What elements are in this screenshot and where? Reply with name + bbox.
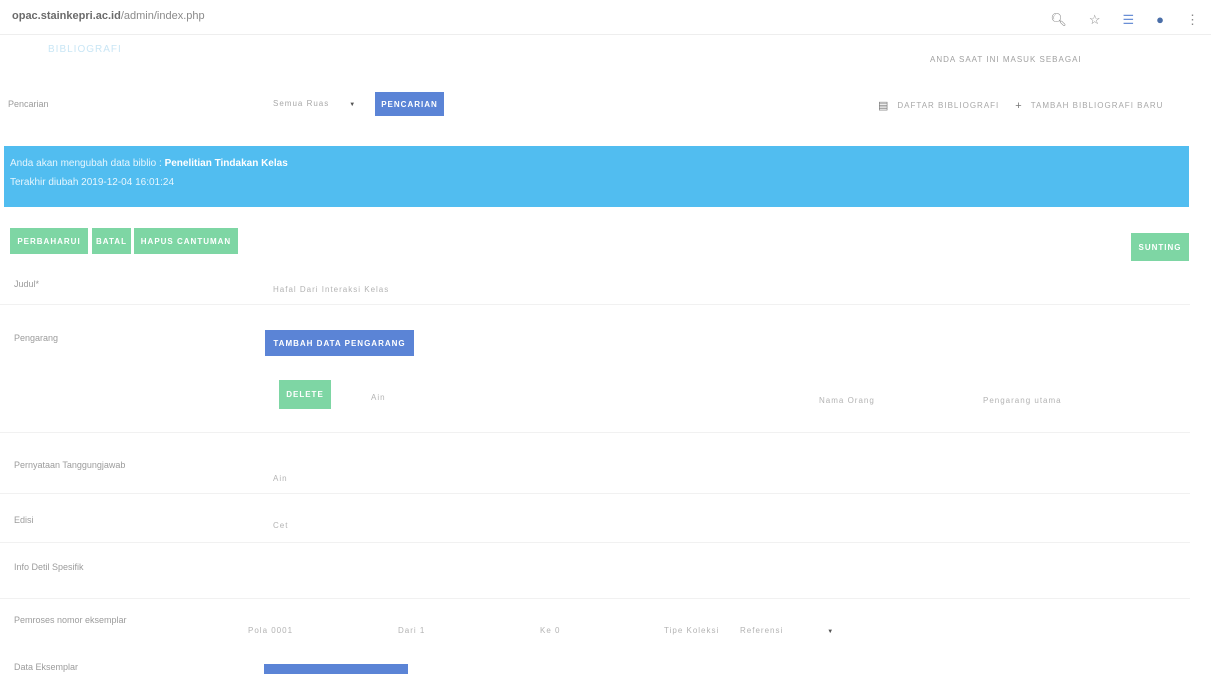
- menu-dots-icon[interactable]: ⋮: [1186, 12, 1199, 28]
- divider: [0, 432, 1190, 433]
- edition-label: Edisi: [14, 515, 34, 525]
- edit-button[interactable]: SUNTING: [1131, 233, 1189, 261]
- ruas-select[interactable]: Semua Ruas ▼: [273, 99, 356, 108]
- author-level: Pengarang utama: [983, 396, 1062, 405]
- banner-message: Anda akan mengubah data biblio : Penelit…: [10, 158, 288, 169]
- chevron-down-icon: ▼: [827, 629, 835, 635]
- divider: [0, 34, 1211, 35]
- info-banner: [4, 146, 1189, 207]
- update-button[interactable]: PERBAHARUI: [10, 228, 88, 254]
- items-label: Pemroses nomor eksemplar: [14, 615, 127, 625]
- url-path: /admin/index.php: [120, 10, 205, 22]
- extension-icon[interactable]: ☰: [1122, 12, 1134, 28]
- delete-item-button[interactable]: HAPUS CANTUMAN: [134, 228, 238, 254]
- login-info: ANDA SAAT INI MASUK SEBAGAI: [930, 55, 1082, 64]
- divider: [0, 304, 1190, 305]
- items-to-input[interactable]: Ke 0: [540, 626, 560, 635]
- eksemplar-label: Data Eksemplar: [14, 662, 79, 672]
- banner-last-modified: Terakhir diubah 2019-12-04 16:01:24: [10, 177, 175, 188]
- star-icon[interactable]: ☆: [1089, 12, 1101, 28]
- profile-icon[interactable]: ●: [1156, 12, 1164, 28]
- search-button[interactable]: PENCARIAN: [375, 92, 444, 116]
- list-bibliography-link[interactable]: DAFTAR BIBLIOGRAFI: [897, 101, 999, 110]
- address-bar[interactable]: opac.stainkepri.ac.id/admin/index.php: [12, 10, 205, 22]
- items-from-input[interactable]: Dari 1: [398, 626, 425, 635]
- module-title: BIBLIOGRAFI: [48, 44, 122, 55]
- banner-prefix: Anda akan mengubah data biblio :: [10, 158, 162, 169]
- divider: [0, 493, 1190, 494]
- add-author-button[interactable]: TAMBAH DATA PENGARANG: [265, 330, 414, 356]
- title-input[interactable]: Hafal Dari Interaksi Kelas: [273, 285, 389, 294]
- divider: [0, 542, 1190, 543]
- ruas-select-value: Semua Ruas: [273, 99, 330, 108]
- add-bibliography-link[interactable]: TAMBAH BIBLIOGRAFI BARU: [1031, 101, 1164, 110]
- list-icon: ▤: [878, 100, 890, 112]
- browser-toolbar: 🔍︎ ☆ ☰ ● ⋮: [1050, 12, 1199, 28]
- url-host: opac.stainkepri.ac.id: [12, 10, 121, 22]
- items-pattern-input[interactable]: Pola 0001: [248, 626, 293, 635]
- cancel-button[interactable]: BATAL: [92, 228, 131, 254]
- collection-type-value: Referensi: [740, 626, 784, 635]
- responsibility-label: Pernyataan Tanggungjawab: [14, 460, 126, 470]
- delete-author-button[interactable]: DELETE: [279, 380, 331, 409]
- nav-links: ▤ DAFTAR BIBLIOGRAFI + TAMBAH BIBLIOGRAF…: [878, 99, 1164, 113]
- search-label: Pencarian: [8, 99, 49, 109]
- zoom-icon[interactable]: 🔍︎: [1050, 12, 1067, 28]
- author-name: Ain: [371, 393, 386, 402]
- divider: [0, 598, 1190, 599]
- add-eksemplar-button[interactable]: [264, 664, 408, 674]
- collection-type-select[interactable]: Referensi ▼: [740, 626, 834, 635]
- spec-label: Info Detil Spesifik: [14, 562, 84, 572]
- author-label: Pengarang: [14, 333, 59, 343]
- collection-type-label: Tipe Koleksi: [664, 626, 720, 635]
- author-type: Nama Orang: [819, 396, 875, 405]
- edition-input[interactable]: Cet: [273, 521, 288, 530]
- responsibility-input[interactable]: Ain: [273, 474, 288, 483]
- plus-icon: +: [1015, 99, 1023, 112]
- banner-title: Penelitian Tindakan Kelas: [164, 158, 288, 169]
- chevron-down-icon: ▼: [349, 102, 357, 108]
- title-label: Judul*: [14, 279, 40, 289]
